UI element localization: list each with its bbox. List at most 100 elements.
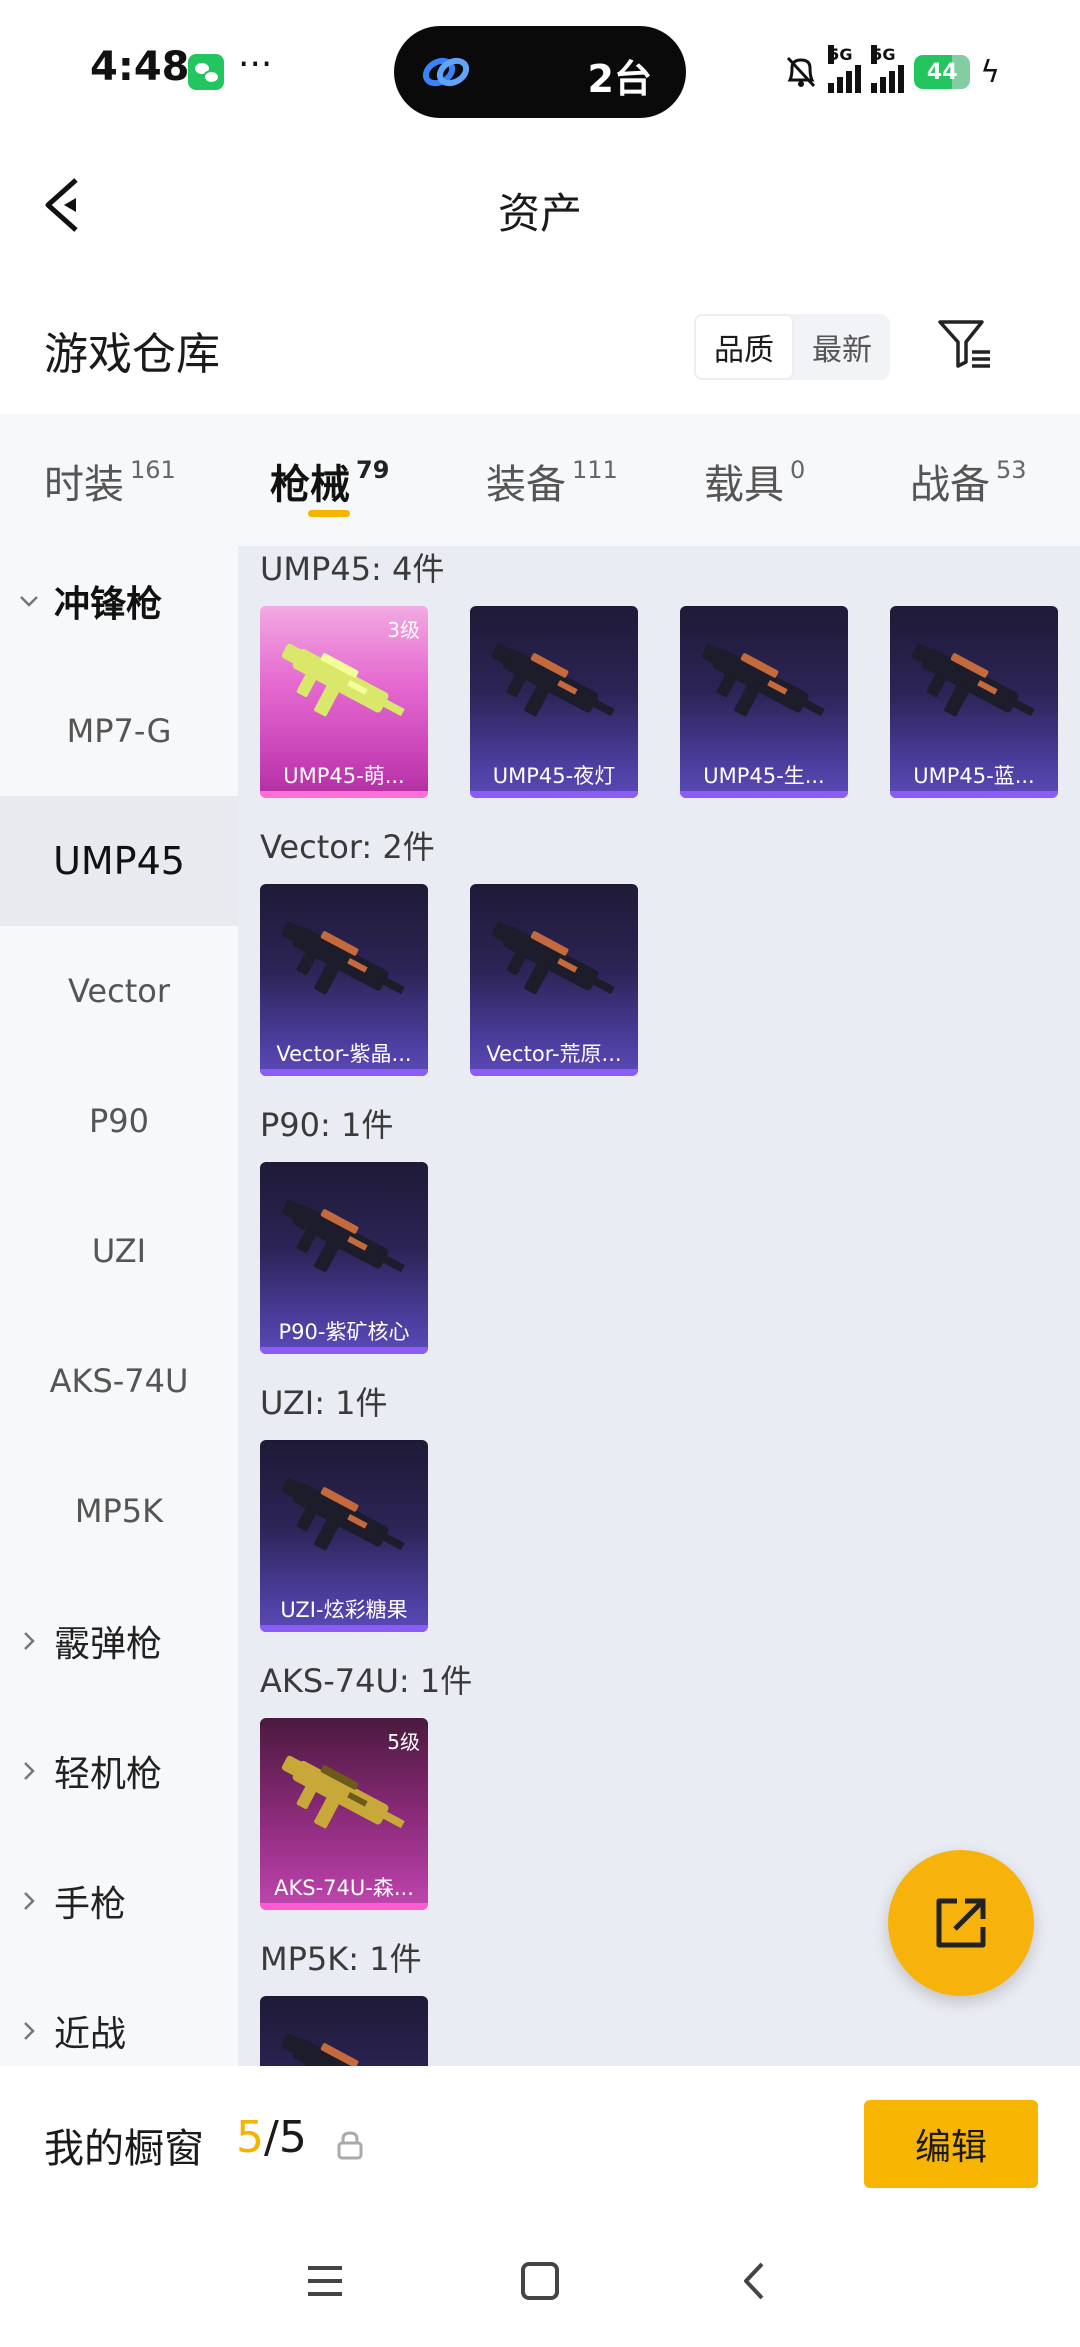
rifle-icon (281, 1755, 405, 1829)
sort-by-quality[interactable]: 品质 (694, 314, 794, 380)
link-icon (422, 57, 470, 87)
smg-icon (281, 2033, 389, 2066)
share-fab[interactable] (888, 1850, 1034, 1996)
sidebar-item-ump45[interactable]: UMP45 (0, 796, 238, 926)
showcase-bar: 我的橱窗 5/5 编辑 (0, 2066, 1080, 2226)
sidebar-item-aks74u[interactable]: AKS-74U (0, 1316, 238, 1446)
weapon-card[interactable]: UMP45-蓝... (890, 606, 1058, 798)
card-name: AKS-74U-森... (274, 1876, 414, 1900)
sidebar-category-smg[interactable]: 冲锋枪 (0, 546, 238, 666)
weapon-card[interactable]: UMP45-夜灯 (470, 606, 638, 798)
group-label: Vector: 2件 (260, 828, 435, 866)
lock-icon (337, 2131, 363, 2160)
card-rarity-bar (680, 791, 848, 798)
card-rarity-bar (260, 1069, 428, 1076)
card-name: P90-紫矿核心 (278, 1320, 410, 1344)
active-tab-indicator (308, 510, 350, 517)
smg-icon (281, 643, 405, 717)
group-label: UZI: 1件 (260, 1384, 388, 1422)
signal-icon: 5G (828, 45, 862, 93)
chevron-right-icon (24, 1762, 35, 1780)
chevron-right-icon (24, 1892, 35, 1910)
smg-icon (911, 643, 1035, 717)
card-rarity-bar (260, 1625, 428, 1632)
device-count: 2台 (587, 57, 652, 101)
edit-button[interactable]: 编辑 (864, 2100, 1038, 2188)
card-name: UMP45-蓝... (913, 764, 1035, 788)
status-time: 4:48 (90, 44, 190, 90)
group-label: P90: 1件 (260, 1106, 394, 1144)
tab-vehicles[interactable]: 载具 0 (704, 452, 805, 510)
card-name: UMP45-生... (703, 764, 825, 788)
weapon-card[interactable]: 5级 AKS-74U-森... (260, 1718, 428, 1910)
sidebar-item-mp5k[interactable]: MP5K (0, 1446, 238, 1576)
sort-by-latest[interactable]: 最新 (794, 314, 890, 380)
weapon-card[interactable]: Vector-荒原... (470, 884, 638, 1076)
menu-icon[interactable] (300, 2256, 350, 2306)
smg-icon (281, 1199, 405, 1273)
chevron-right-icon (24, 2022, 35, 2040)
weapon-grid: UMP45: 4件 3级 UMP45-萌... UMP45-夜灯 UMP45-生... U… (238, 546, 1080, 2066)
charging-icon: ϟ (980, 54, 1000, 90)
wechat-icon (188, 54, 224, 90)
showcase-count: 5/5 (236, 2112, 307, 2163)
card-name: Vector-荒原... (486, 1042, 622, 1066)
status-bar: 4:48 ··· 2台 5G 5G 44 ϟ (0, 0, 1080, 140)
card-level-badge: 5级 (387, 1730, 420, 1754)
tab-weapons[interactable]: 枪械 79 (270, 452, 389, 510)
sidebar-category-shotgun[interactable]: 霰弹枪 (0, 1576, 238, 1706)
weapon-card[interactable] (260, 1996, 428, 2066)
card-rarity-bar (260, 791, 428, 798)
weapon-card[interactable]: P90-紫矿核心 (260, 1162, 428, 1354)
smg-icon (281, 1477, 405, 1551)
card-rarity-bar (890, 791, 1058, 798)
group-label: MP5K: 1件 (260, 1940, 422, 1978)
showcase-label: 我的橱窗 (44, 2126, 204, 2172)
card-rarity-bar (470, 791, 638, 798)
page-title: 资产 (497, 189, 582, 238)
system-nav-bar (0, 2226, 1080, 2347)
weapon-sidebar: 冲锋枪 MP7-G UMP45 Vector P90 UZI AKS-74U M… (0, 546, 238, 2066)
sidebar-category-melee[interactable]: 近战 (0, 1966, 238, 2066)
category-tabs: 时装 161 枪械 79 装备 111 载具 0 战备 53 (0, 414, 1080, 546)
warehouse-title: 游戏仓库 (44, 329, 220, 380)
card-rarity-bar (260, 1903, 428, 1910)
sidebar-category-lmg[interactable]: 轻机枪 (0, 1706, 238, 1836)
tab-equipment[interactable]: 装备 111 (486, 452, 618, 510)
smg-icon (491, 921, 615, 995)
status-more: ··· (238, 44, 273, 85)
weapon-card[interactable]: Vector-紫晶... (260, 884, 428, 1076)
sidebar-item-vector[interactable]: Vector (0, 926, 238, 1056)
card-name: UMP45-夜灯 (492, 764, 616, 788)
smg-icon (491, 643, 615, 717)
weapon-card[interactable]: UZI-炫彩糖果 (260, 1440, 428, 1632)
signal-icon: 5G (871, 45, 905, 93)
card-name: Vector-紫晶... (276, 1042, 412, 1066)
sidebar-item-p90[interactable]: P90 (0, 1056, 238, 1186)
smg-icon (701, 643, 825, 717)
card-name: UZI-炫彩糖果 (280, 1598, 408, 1622)
mute-icon (787, 56, 816, 88)
battery-icon: 44 (914, 55, 971, 89)
weapon-card[interactable]: 3级 UMP45-萌... (260, 606, 428, 798)
sidebar-item-uzi[interactable]: UZI (0, 1186, 238, 1316)
weapon-card[interactable]: UMP45-生... (680, 606, 848, 798)
card-rarity-bar (470, 1069, 638, 1076)
group-label: UMP45: 4件 (260, 550, 445, 588)
smg-icon (281, 921, 405, 995)
nav-header: 资产 (0, 150, 1080, 260)
tab-supplies[interactable]: 战备 53 (910, 452, 1027, 510)
sidebar-category-pistol[interactable]: 手枪 (0, 1836, 238, 1966)
chevron-down-icon (20, 596, 38, 607)
sidebar-item-mp7g[interactable]: MP7-G (0, 666, 238, 796)
filter-icon[interactable] (934, 314, 994, 374)
dynamic-island[interactable]: 2台 (394, 26, 686, 118)
share-external-icon (936, 1898, 986, 1948)
chevron-right-icon (24, 1632, 35, 1650)
home-icon[interactable] (515, 2256, 565, 2306)
back-icon[interactable] (730, 2256, 780, 2306)
card-level-badge: 3级 (387, 618, 420, 642)
group-label: AKS-74U: 1件 (260, 1662, 473, 1700)
sort-toggle: 品质 最新 (694, 314, 890, 380)
tab-fashion[interactable]: 时装 161 (44, 452, 176, 510)
